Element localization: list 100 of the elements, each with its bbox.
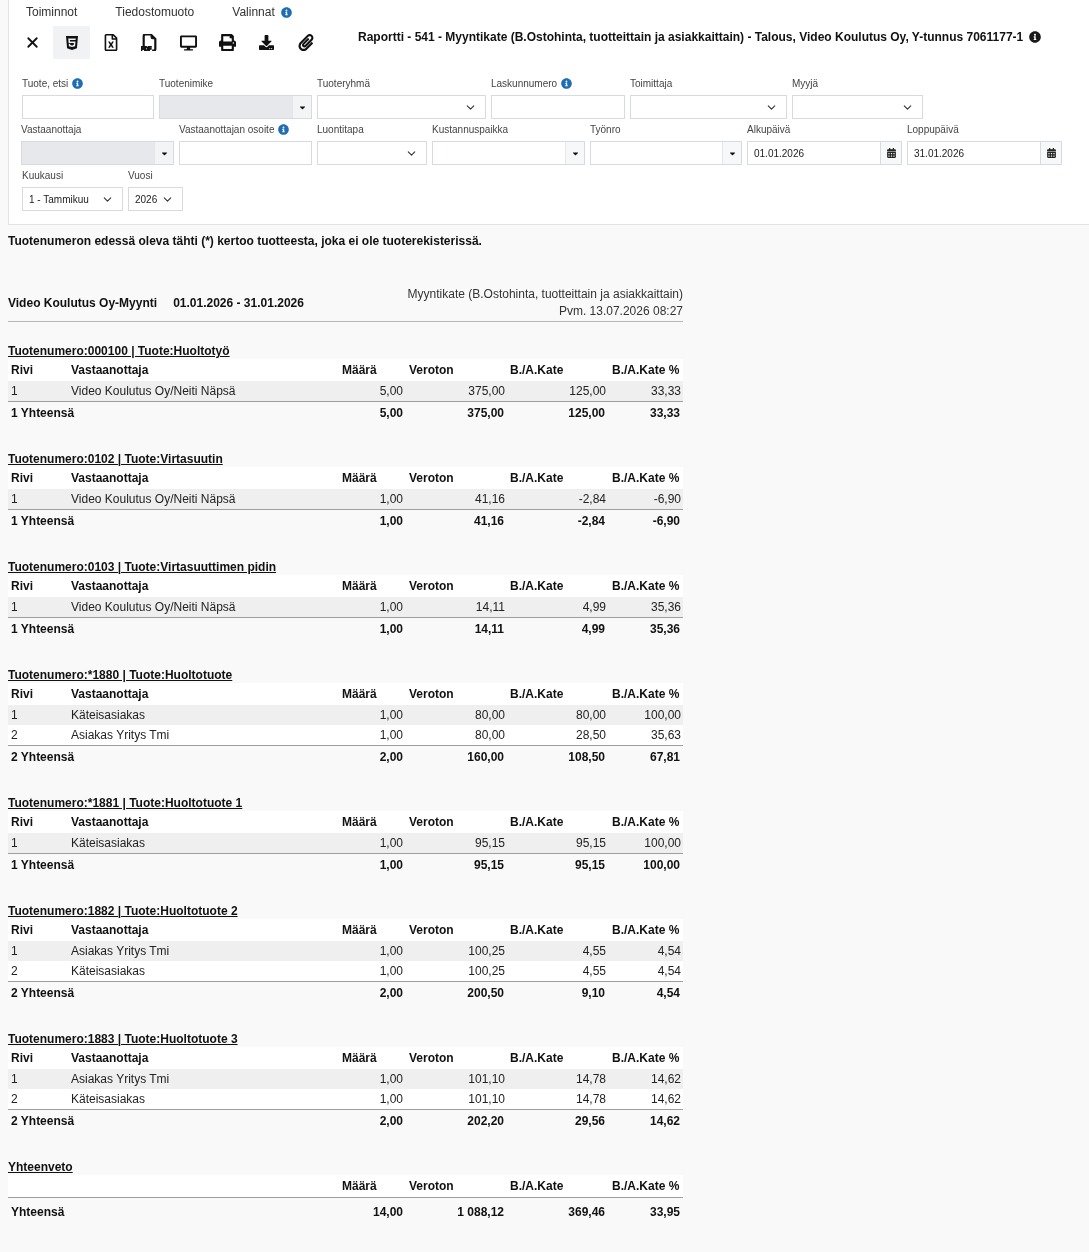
table-cell-text: 1 — [10, 491, 19, 508]
column-header: B./A.Kate % — [611, 686, 681, 703]
date-field[interactable]: 31.01.2026 — [907, 141, 1062, 165]
total-cell-text: 4,54 — [655, 985, 681, 1002]
field-label: Alkupäivä — [747, 122, 791, 137]
table-cell-text: -2,84 — [577, 491, 607, 508]
column-header: B./A.Kate % — [611, 1178, 681, 1195]
table-cell-text: 80,00 — [473, 707, 506, 724]
date-field[interactable]: 01.01.2026 — [747, 141, 902, 165]
total-cell-text: -6,90 — [651, 513, 681, 530]
total-cell-text: 14,00 — [371, 1204, 404, 1221]
select-field[interactable]: 2026 — [128, 187, 183, 211]
total-cell-text: 41,16 — [472, 513, 505, 530]
table-cell-text: 4,55 — [581, 963, 607, 980]
table-cell-text: 95,15 — [574, 835, 607, 852]
total-cell-text: 1 Yhteensä — [10, 405, 76, 422]
column-header: B./A.Kate % — [611, 470, 681, 487]
field-label: Kustannuspaikka — [432, 122, 509, 137]
column-header: Vastaanottaja — [70, 362, 150, 379]
column-header: B./A.Kate — [509, 470, 565, 487]
pdf-file-icon — [141, 34, 158, 51]
column-header: B./A.Kate — [509, 362, 565, 379]
table-cell-text: 35,36 — [649, 599, 682, 616]
column-header: Rivi — [10, 1050, 34, 1067]
table-cell-text: 2 — [10, 1091, 19, 1108]
select-field[interactable] — [317, 141, 427, 165]
column-header: B./A.Kate % — [611, 362, 681, 379]
input-field[interactable] — [22, 95, 154, 119]
table-cell-text: 4,54 — [656, 963, 682, 980]
table-cell-text: 80,00 — [473, 727, 506, 744]
column-header: Veroton — [408, 1178, 455, 1195]
column-header: Määrä — [341, 1178, 378, 1195]
column-header: Veroton — [408, 1050, 455, 1067]
column-header: Määrä — [341, 578, 378, 595]
total-cell-text: 202,20 — [466, 1113, 505, 1130]
dropdown-button[interactable] — [722, 142, 741, 164]
table-cell-text: 14,62 — [649, 1071, 682, 1088]
print-date: Pvm. 13.07.2026 08:27 — [558, 303, 683, 320]
paperclip-icon — [297, 34, 314, 51]
table-cell-text: 100,25 — [467, 943, 506, 960]
total-cell-text: 200,50 — [466, 985, 505, 1002]
field-label: Tuotenimike — [159, 76, 214, 91]
total-cell-text: 2 Yhteensä — [10, 985, 76, 1002]
calendar-button[interactable] — [880, 142, 901, 164]
select-field[interactable] — [792, 95, 923, 119]
table-cell-text: Käteisasiakas — [70, 1091, 147, 1108]
section-heading: Tuotenumero:0102 | Tuote:Virtasuutin — [8, 452, 223, 466]
select-field[interactable] — [630, 95, 787, 119]
total-cell-text: 67,81 — [648, 749, 681, 766]
total-cell-text: 35,36 — [648, 621, 681, 638]
total-cell-text: 95,15 — [573, 857, 606, 874]
total-cell-text: 125,00 — [567, 405, 606, 422]
column-header: Määrä — [341, 814, 378, 831]
total-cell-text: 160,00 — [466, 749, 505, 766]
spreadsheet-file-icon — [103, 34, 118, 51]
report-title: Raportti - 541 - Myyntikate (B.Ostohinta, tuotteittain ja asiakkaittain) - Talous, Video Koulutus Oy, Y-tunnus 7061177-1 — [358, 30, 1024, 44]
select-field[interactable]: 1 - Tammikuu — [22, 187, 123, 211]
column-header: Veroton — [408, 362, 455, 379]
input-field[interactable] — [491, 95, 625, 119]
column-header: Veroton — [408, 470, 455, 487]
table-cell-text: 101,10 — [467, 1071, 506, 1088]
column-header: Veroton — [408, 578, 455, 595]
menu-item[interactable]: Toiminnot — [22, 3, 82, 21]
column-header: Rivi — [10, 578, 34, 595]
table-cell-text: 2 — [10, 963, 19, 980]
column-header: Rivi — [10, 362, 34, 379]
dropdown-button[interactable] — [565, 142, 584, 164]
menu-item[interactable]: Valinnat — [228, 3, 296, 21]
combo-field[interactable] — [590, 141, 742, 165]
table-cell-text: 41,16 — [473, 491, 506, 508]
html-export-button[interactable] — [53, 26, 90, 59]
select-field[interactable] — [317, 95, 486, 119]
report-note: Tuotenumeron edessä oleva tähti (*) kertoo tuotteesta, joka ei ole tuoterekisterissä. — [8, 233, 483, 249]
field-label: Vastaanottaja — [21, 122, 82, 137]
table-cell-text: 1,00 — [378, 1091, 404, 1108]
table-cell-text: Asiakas Yritys Tmi — [70, 727, 171, 744]
input-field[interactable] — [179, 141, 312, 165]
table-cell-text: 100,00 — [643, 707, 682, 724]
column-header: Vastaanottaja — [70, 922, 150, 939]
table-cell-text: 4,54 — [656, 943, 682, 960]
close-icon — [24, 34, 41, 51]
calendar-button[interactable] — [1040, 142, 1061, 164]
combo-field[interactable] — [432, 141, 585, 165]
table-cell-text: Video Koulutus Oy/Neiti Näpsä — [70, 491, 237, 508]
section-heading: Tuotenumero:1882 | Tuote:Huoltotuote 2 — [8, 904, 238, 918]
column-header: Vastaanottaja — [70, 686, 150, 703]
section-heading: Tuotenumero:0103 | Tuote:Virtasuuttimen pidin — [8, 560, 277, 574]
table-cell-text: 1,00 — [378, 727, 404, 744]
column-header: B./A.Kate % — [611, 578, 681, 595]
column-header: B./A.Kate — [509, 814, 565, 831]
field-label: Vastaanottajan osoite — [179, 122, 275, 137]
menu-item[interactable]: Tiedostomuoto — [111, 3, 199, 21]
column-header: Vastaanottaja — [70, 578, 150, 595]
section-heading: Yhteenveto — [8, 1160, 73, 1174]
column-header: Veroton — [408, 686, 455, 703]
field-label: Laskunnumero — [491, 76, 558, 91]
column-header: B./A.Kate — [509, 922, 565, 939]
total-cell-text: 2 Yhteensä — [10, 1113, 76, 1130]
table-cell-text: 1,00 — [378, 599, 404, 616]
total-cell-text: 1 088,12 — [456, 1204, 505, 1221]
